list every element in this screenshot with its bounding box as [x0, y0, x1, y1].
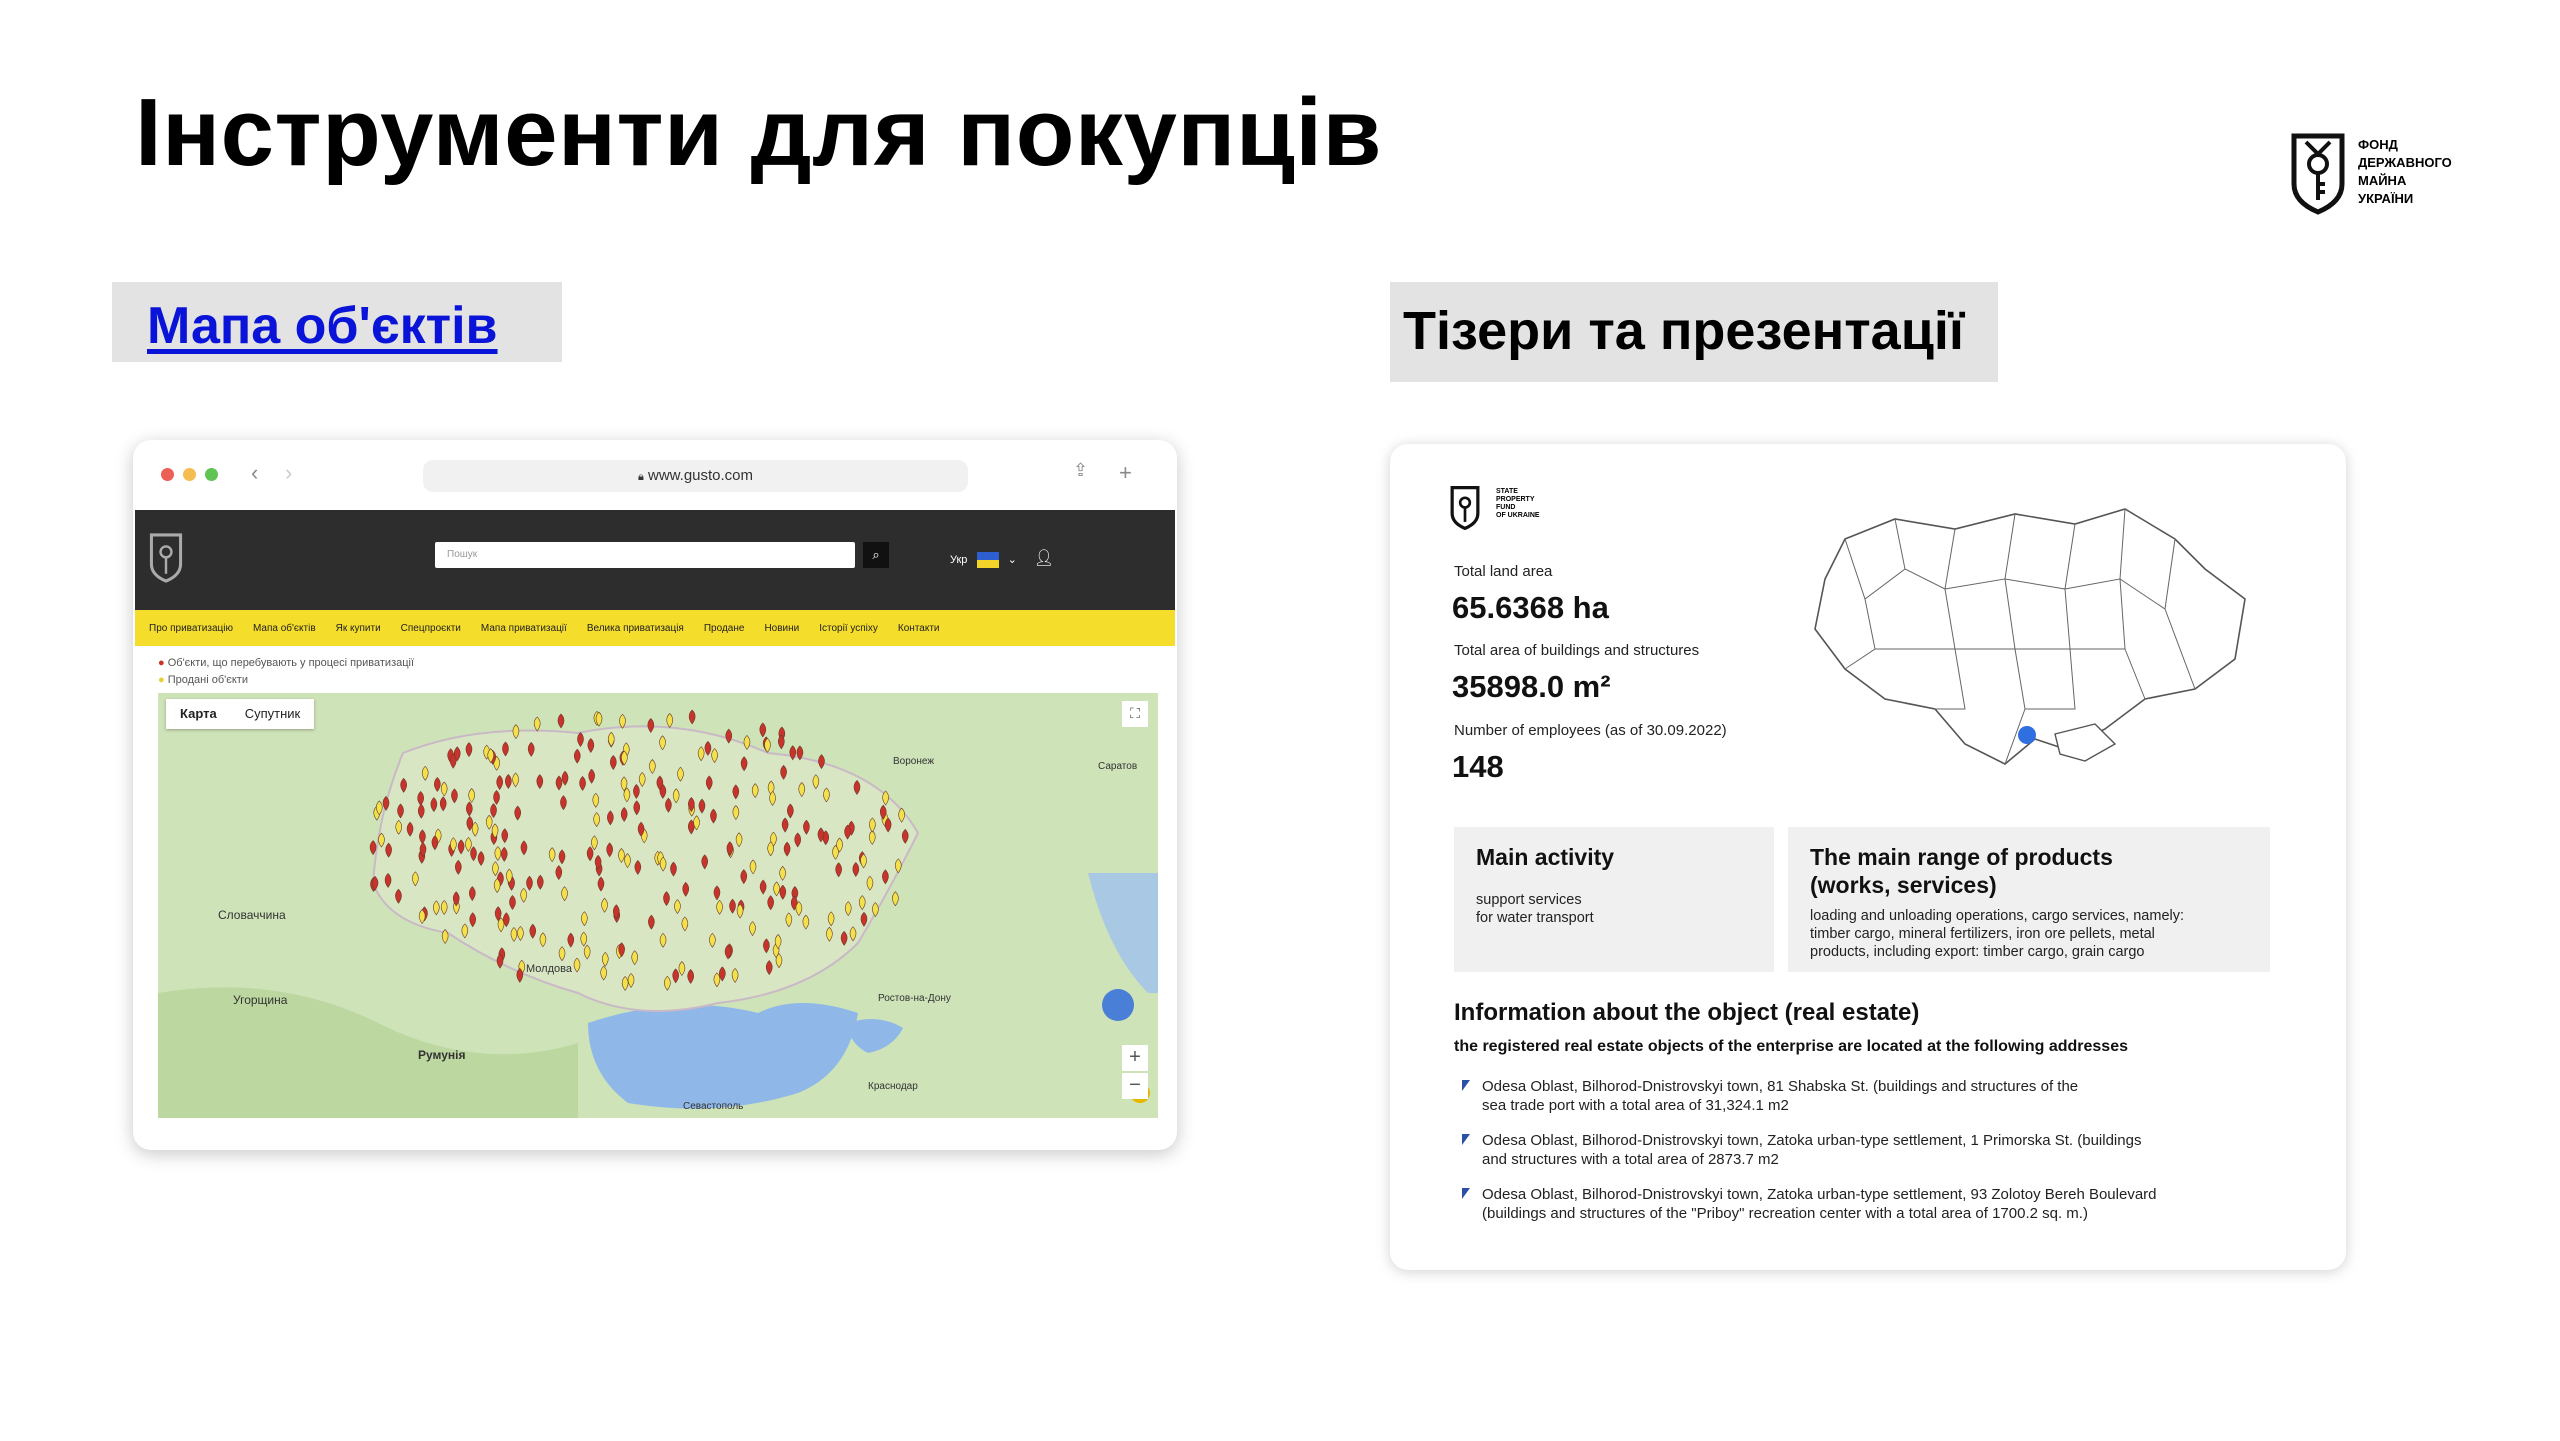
map-label: Краснодар	[868, 1081, 918, 1092]
user-icon[interactable]: 👤︎	[1034, 550, 1054, 567]
main-activity-text: support services for water transport	[1476, 892, 1594, 926]
map-label: Воронеж	[893, 756, 935, 767]
forward-icon: ›	[285, 460, 293, 485]
teaser-card: STATE PROPERTY FUND OF UKRAINE Total lan…	[1390, 444, 2346, 1270]
chevron-down-icon: ⌄	[1007, 554, 1017, 566]
map-label: Ростов-на-Дону	[878, 993, 951, 1004]
info-subtitle: the registered real estate objects of th…	[1454, 1038, 2128, 1055]
address-item: Odesa Oblast, Bilhorod-Dnistrovskyi town…	[1482, 1186, 2157, 1222]
land-area-label: Total land area	[1454, 563, 1553, 580]
url-bar: 🔒︎ www.gusto.com	[423, 460, 968, 492]
tab-map[interactable]: Карта	[166, 699, 231, 729]
red-pin-icon: ●	[158, 657, 165, 669]
back-icon: ‹	[251, 460, 259, 485]
info-title: Information about the object (real estat…	[1454, 999, 1920, 1026]
zoom-in-button[interactable]: +	[1122, 1045, 1148, 1071]
nav-item[interactable]: Продане	[704, 623, 745, 634]
employees-label: Number of employees (as of 30.09.2022)	[1454, 722, 1727, 739]
nav-item[interactable]: Про приватизацію	[149, 623, 233, 634]
map-label: Севастополь	[683, 1101, 744, 1112]
main-activity-box: Main activity support services for water…	[1454, 827, 1774, 972]
site-header: Пошук ⌕ Укр ⌄ 👤︎	[135, 510, 1175, 610]
nav-item[interactable]: Контакти	[898, 623, 940, 634]
objects-map-link[interactable]: Мапа об'єктів	[147, 296, 498, 356]
map-label: Румунія	[418, 1048, 466, 1062]
products-title: The main range of products (works, servi…	[1810, 844, 2113, 898]
main-activity-title: Main activity	[1476, 844, 1615, 870]
tab-satellite[interactable]: Супутник	[231, 699, 315, 729]
address-item: Odesa Oblast, Bilhorod-Dnistrovskyi town…	[1482, 1078, 2079, 1114]
bullet-marker-icon	[1462, 1080, 1470, 1091]
bullet-marker-icon	[1462, 1134, 1470, 1145]
key-shield-logo-icon	[2291, 133, 2345, 215]
fund-label: STATE PROPERTY FUND OF UKRAINE	[1496, 488, 1540, 519]
maximize-dot-icon	[205, 468, 218, 481]
ukraine-map	[1814, 508, 2246, 765]
teasers-section-tag: Тізери та презентації	[1390, 282, 1998, 382]
fund-logo-text: ФОНД ДЕРЖАВНОГО МАЙНА УКРАЇНИ	[2358, 137, 2452, 206]
share-icon: ⇪	[1073, 460, 1089, 480]
fullscreen-icon[interactable]: ⛶	[1122, 701, 1148, 727]
map-label: Молдова	[526, 963, 572, 975]
employees-value: 148	[1452, 749, 1504, 784]
lock-icon: 🔒︎	[637, 471, 644, 483]
search-icon[interactable]: ⌕	[863, 542, 889, 568]
site-logo-icon	[149, 533, 183, 583]
nav-item[interactable]: Новини	[764, 623, 799, 634]
fund-logo-icon	[1450, 486, 1480, 531]
site-search-input[interactable]: Пошук	[435, 542, 855, 568]
map-canvas	[158, 693, 1158, 1118]
products-text: loading and unloading operations, cargo …	[1810, 908, 2185, 960]
nav-item[interactable]: Спецпроєкти	[401, 623, 461, 634]
map-section-tag: Мапа об'єктів	[112, 282, 562, 362]
buildings-area-value: 35898.0 m²	[1452, 669, 1611, 704]
nav-item[interactable]: Історії успіху	[819, 623, 878, 634]
bullet-marker-icon	[1462, 1188, 1470, 1199]
map-label: Саратов	[1098, 761, 1138, 772]
legend-sold: ● Продані об'єкти	[158, 674, 248, 686]
address-item: Odesa Oblast, Bilhorod-Dnistrovskyi town…	[1482, 1132, 2142, 1168]
land-area-value: 65.6368 ha	[1452, 590, 1609, 625]
site-nav: Про приватизацію Мапа об'єктів Як купити…	[135, 610, 1175, 646]
language-select[interactable]: Укр ⌄ 👤︎	[950, 548, 1054, 569]
nav-item[interactable]: Велика приватизація	[587, 623, 684, 634]
legend-in-progress: ● Об'єкти, що перебувають у процесі прив…	[158, 657, 415, 669]
map-label: Угорщина	[233, 993, 288, 1007]
close-dot-icon	[161, 468, 174, 481]
nav-item[interactable]: Як купити	[336, 623, 381, 634]
nav-item[interactable]: Мапа приватизації	[481, 623, 567, 634]
url-text: www.gusto.com	[647, 467, 754, 484]
teasers-heading: Тізери та презентації	[1403, 301, 1965, 361]
map-type-tabs: Карта Супутник	[166, 699, 315, 729]
products-box: The main range of products (works, servi…	[1788, 827, 2270, 972]
objects-map[interactable]: Карта Супутник ⛶ + − Молдова Румунія Сло…	[158, 693, 1158, 1118]
slide-title: Інструменти для покупців	[135, 79, 1383, 186]
browser-screenshot: ‹ › 🔒︎ www.gusto.com ⇪ + Пошук ⌕ Укр ⌄ 👤…	[133, 440, 1177, 1150]
yellow-pin-icon: ●	[158, 674, 165, 686]
fund-logo: ФОНД ДЕРЖАВНОГО МАЙНА УКРАЇНИ	[2290, 132, 2490, 222]
buildings-area-label: Total area of buildings and structures	[1454, 642, 1700, 659]
zoom-out-button[interactable]: −	[1122, 1073, 1148, 1099]
ukraine-flag-icon	[976, 552, 999, 569]
object-location-marker	[2018, 726, 2036, 744]
nav-item[interactable]: Мапа об'єктів	[253, 623, 316, 634]
new-tab-icon: +	[1119, 460, 1132, 485]
minimize-dot-icon	[183, 468, 196, 481]
map-label: Словаччина	[218, 908, 286, 922]
rotate-icon[interactable]	[1102, 989, 1134, 1021]
